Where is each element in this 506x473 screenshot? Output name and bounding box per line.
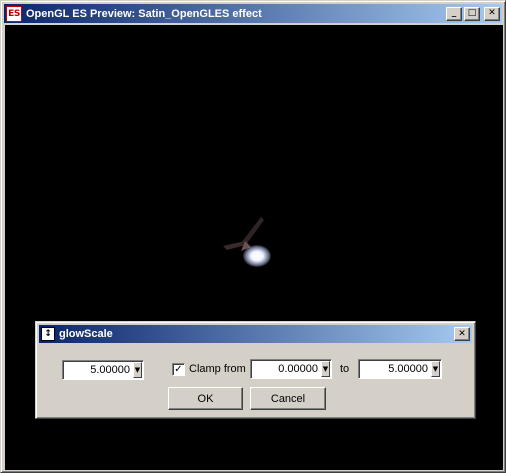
- clamp-min-field[interactable]: 0.00000: [251, 363, 321, 375]
- glowscale-dialog: ↕ glowScale ✕ 5.00000 ▼ ✓ Clamp from 0.0…: [35, 321, 476, 419]
- maximize-button[interactable]: □: [464, 6, 480, 21]
- ok-button[interactable]: OK: [168, 387, 243, 410]
- dialog-title: glowScale: [59, 328, 113, 340]
- clamp-max-combo[interactable]: 5.00000 ▼: [358, 359, 442, 379]
- chevron-down-icon[interactable]: ▼: [321, 361, 330, 377]
- window-title: OpenGL ES Preview: Satin_OpenGLES effect: [26, 7, 262, 20]
- dialog-close-button[interactable]: ✕: [454, 327, 470, 341]
- clamp-from-label: Clamp from: [189, 363, 246, 375]
- glow-highlight: [243, 245, 271, 267]
- close-button[interactable]: ✕: [484, 6, 500, 21]
- dialog-titlebar[interactable]: ↕ glowScale ✕: [39, 325, 472, 343]
- to-label: to: [340, 363, 350, 375]
- app-es-icon: ES: [6, 5, 22, 22]
- cancel-button[interactable]: Cancel: [250, 387, 326, 410]
- slider-icon: ↕: [41, 327, 55, 341]
- chevron-down-icon[interactable]: ▼: [431, 361, 440, 377]
- value-combo[interactable]: 5.00000 ▼: [62, 360, 144, 380]
- clamp-checkbox[interactable]: ✓: [172, 363, 185, 376]
- minimize-button[interactable]: _: [446, 6, 462, 21]
- value-field[interactable]: 5.00000: [63, 364, 133, 376]
- clamp-min-combo[interactable]: 0.00000 ▼: [250, 359, 332, 379]
- window-titlebar[interactable]: ES OpenGL ES Preview: Satin_OpenGLES eff…: [4, 4, 502, 23]
- model-arm-right: [241, 217, 264, 246]
- chevron-down-icon[interactable]: ▼: [133, 362, 142, 378]
- clamp-max-field[interactable]: 5.00000: [359, 363, 431, 375]
- opengl-es-preview-window: ES OpenGL ES Preview: Satin_OpenGLES eff…: [0, 0, 506, 473]
